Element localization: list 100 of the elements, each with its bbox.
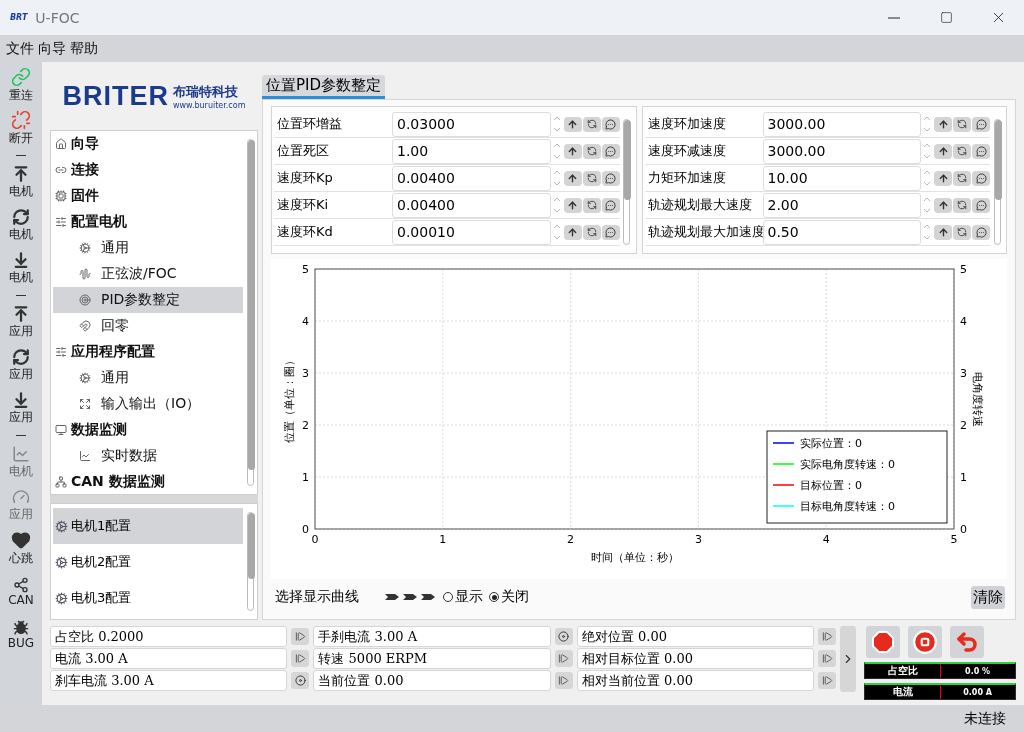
radio-option[interactable]: 关闭 [489,588,529,606]
upload-button[interactable] [934,116,952,132]
toolbar-button[interactable]: BUG [7,613,35,656]
value-field[interactable]: 3000.00 [762,111,921,137]
refresh-button[interactable] [582,116,601,132]
toolbar-button[interactable]: 应用 [9,344,33,387]
comment-button[interactable] [601,170,620,186]
step-button[interactable] [554,650,573,667]
refresh-icon [957,200,967,210]
nav-item[interactable]: 应用程序配置 [53,339,243,365]
motor-item[interactable]: 电机2配置 [53,544,243,580]
step-button[interactable] [291,650,310,667]
comment-button[interactable] [601,224,620,240]
step-button[interactable] [554,672,573,689]
upload-button[interactable] [934,224,952,240]
comment-button[interactable] [972,143,990,159]
nav-item[interactable]: 通用 [53,365,243,391]
refresh-button[interactable] [582,224,601,240]
upload-button[interactable] [563,116,582,132]
tab[interactable]: 位置PID参数整定 [262,75,386,99]
nav-item[interactable]: 输入输出（IO） [53,391,243,417]
nav-item[interactable]: 正弦波/FOC [53,261,243,287]
upload-button[interactable] [563,170,582,186]
step-button[interactable] [291,628,310,645]
upload-button[interactable] [934,170,952,186]
sliders-icon [55,216,67,228]
value-field[interactable]: 2.00 [762,192,921,218]
bug-icon [13,619,29,636]
refresh-button[interactable] [582,143,601,159]
toggle-button[interactable] [291,672,310,689]
toolbar-button[interactable]: 电机 [9,204,33,247]
toggle-button[interactable] [554,628,573,645]
nav-item[interactable]: 连接 [53,157,243,183]
value-field[interactable]: 0.03000 [392,111,551,137]
comment-button[interactable] [601,143,620,159]
refresh-button[interactable] [953,143,971,159]
value-field[interactable]: 0.00010 [392,219,551,245]
toolbar-button[interactable]: CAN [8,570,34,613]
refresh-button[interactable] [582,197,601,213]
menu-item[interactable]: 文件 [6,39,34,58]
upload-button[interactable] [563,143,582,159]
upload-button[interactable] [563,197,582,213]
refresh-button[interactable] [953,224,971,240]
readout-field: 绝对位置 0.00 [576,626,815,647]
nav-item[interactable]: 实时数据 [53,443,243,469]
nav-item[interactable]: PID参数整定 [53,287,243,313]
stop-button[interactable] [908,626,943,658]
param-label: 速度环加速度 [646,115,727,133]
app-logo: BRT [10,13,28,22]
comment-button[interactable] [601,116,620,132]
refresh-button[interactable] [582,170,601,186]
connection-status: 未连接 [964,709,1006,728]
y-tick-label: 4 [302,315,309,328]
reset-button[interactable] [950,626,985,658]
nav-item[interactable]: 回零 [53,313,243,339]
refresh-button[interactable] [953,116,971,132]
y-tick-label: 5 [302,263,309,276]
speech-bubble-icon [975,145,987,157]
upload-button[interactable] [934,143,952,159]
toolbar-button[interactable]: 断开 [9,107,33,150]
step-button[interactable] [818,672,837,689]
value-field[interactable]: 0.00400 [392,192,551,218]
toolbar-button[interactable]: 重连 [9,64,33,107]
nav-item[interactable]: CAN 数据监测 [53,469,243,494]
motor-item[interactable]: 电机1配置 [53,508,243,544]
comment-button[interactable] [972,197,990,213]
toolbar-button[interactable]: 应用 [9,301,33,344]
clear-button[interactable]: 清除 [971,585,1005,609]
radio-option[interactable]: 显示 [443,588,483,606]
nav-item[interactable]: 配置电机 [53,209,243,235]
comment-button[interactable] [972,170,990,186]
alarm-button[interactable] [866,626,901,658]
gauge-icon [12,488,30,506]
upload-button[interactable] [563,224,582,240]
comment-button[interactable] [601,197,620,213]
refresh-button[interactable] [953,170,971,186]
value-field[interactable]: 10.00 [762,165,921,191]
value-field[interactable]: 0.00400 [392,165,551,191]
upload-button[interactable] [934,197,952,213]
menu-item[interactable]: 向导 [38,39,66,58]
toolbar-button[interactable]: 心跳 [9,527,33,570]
menu-item[interactable]: 帮助 [70,39,98,58]
value-field[interactable]: 3000.00 [762,138,921,164]
value-field[interactable]: 1.00 [392,138,551,164]
y-tick-label: 3 [302,367,309,380]
toolbar-button[interactable]: 电机 [9,161,33,204]
nav-item[interactable]: 通用 [53,235,243,261]
step-button[interactable] [818,650,837,667]
comment-button[interactable] [972,224,990,240]
nav-item[interactable]: 向导 [53,131,243,157]
comment-button[interactable] [972,116,990,132]
toolbar-button[interactable]: 应用 [9,387,33,430]
nav-item[interactable]: 固件 [53,183,243,209]
arrow-up-icon [937,145,949,157]
legend-label: 实际位置：0 [800,437,862,450]
step-button[interactable] [818,628,837,645]
refresh-button[interactable] [953,197,971,213]
motor-item[interactable]: 电机3配置 [53,580,243,616]
toolbar-button[interactable]: 电机 [9,247,33,290]
nav-item[interactable]: 数据监测 [53,417,243,443]
